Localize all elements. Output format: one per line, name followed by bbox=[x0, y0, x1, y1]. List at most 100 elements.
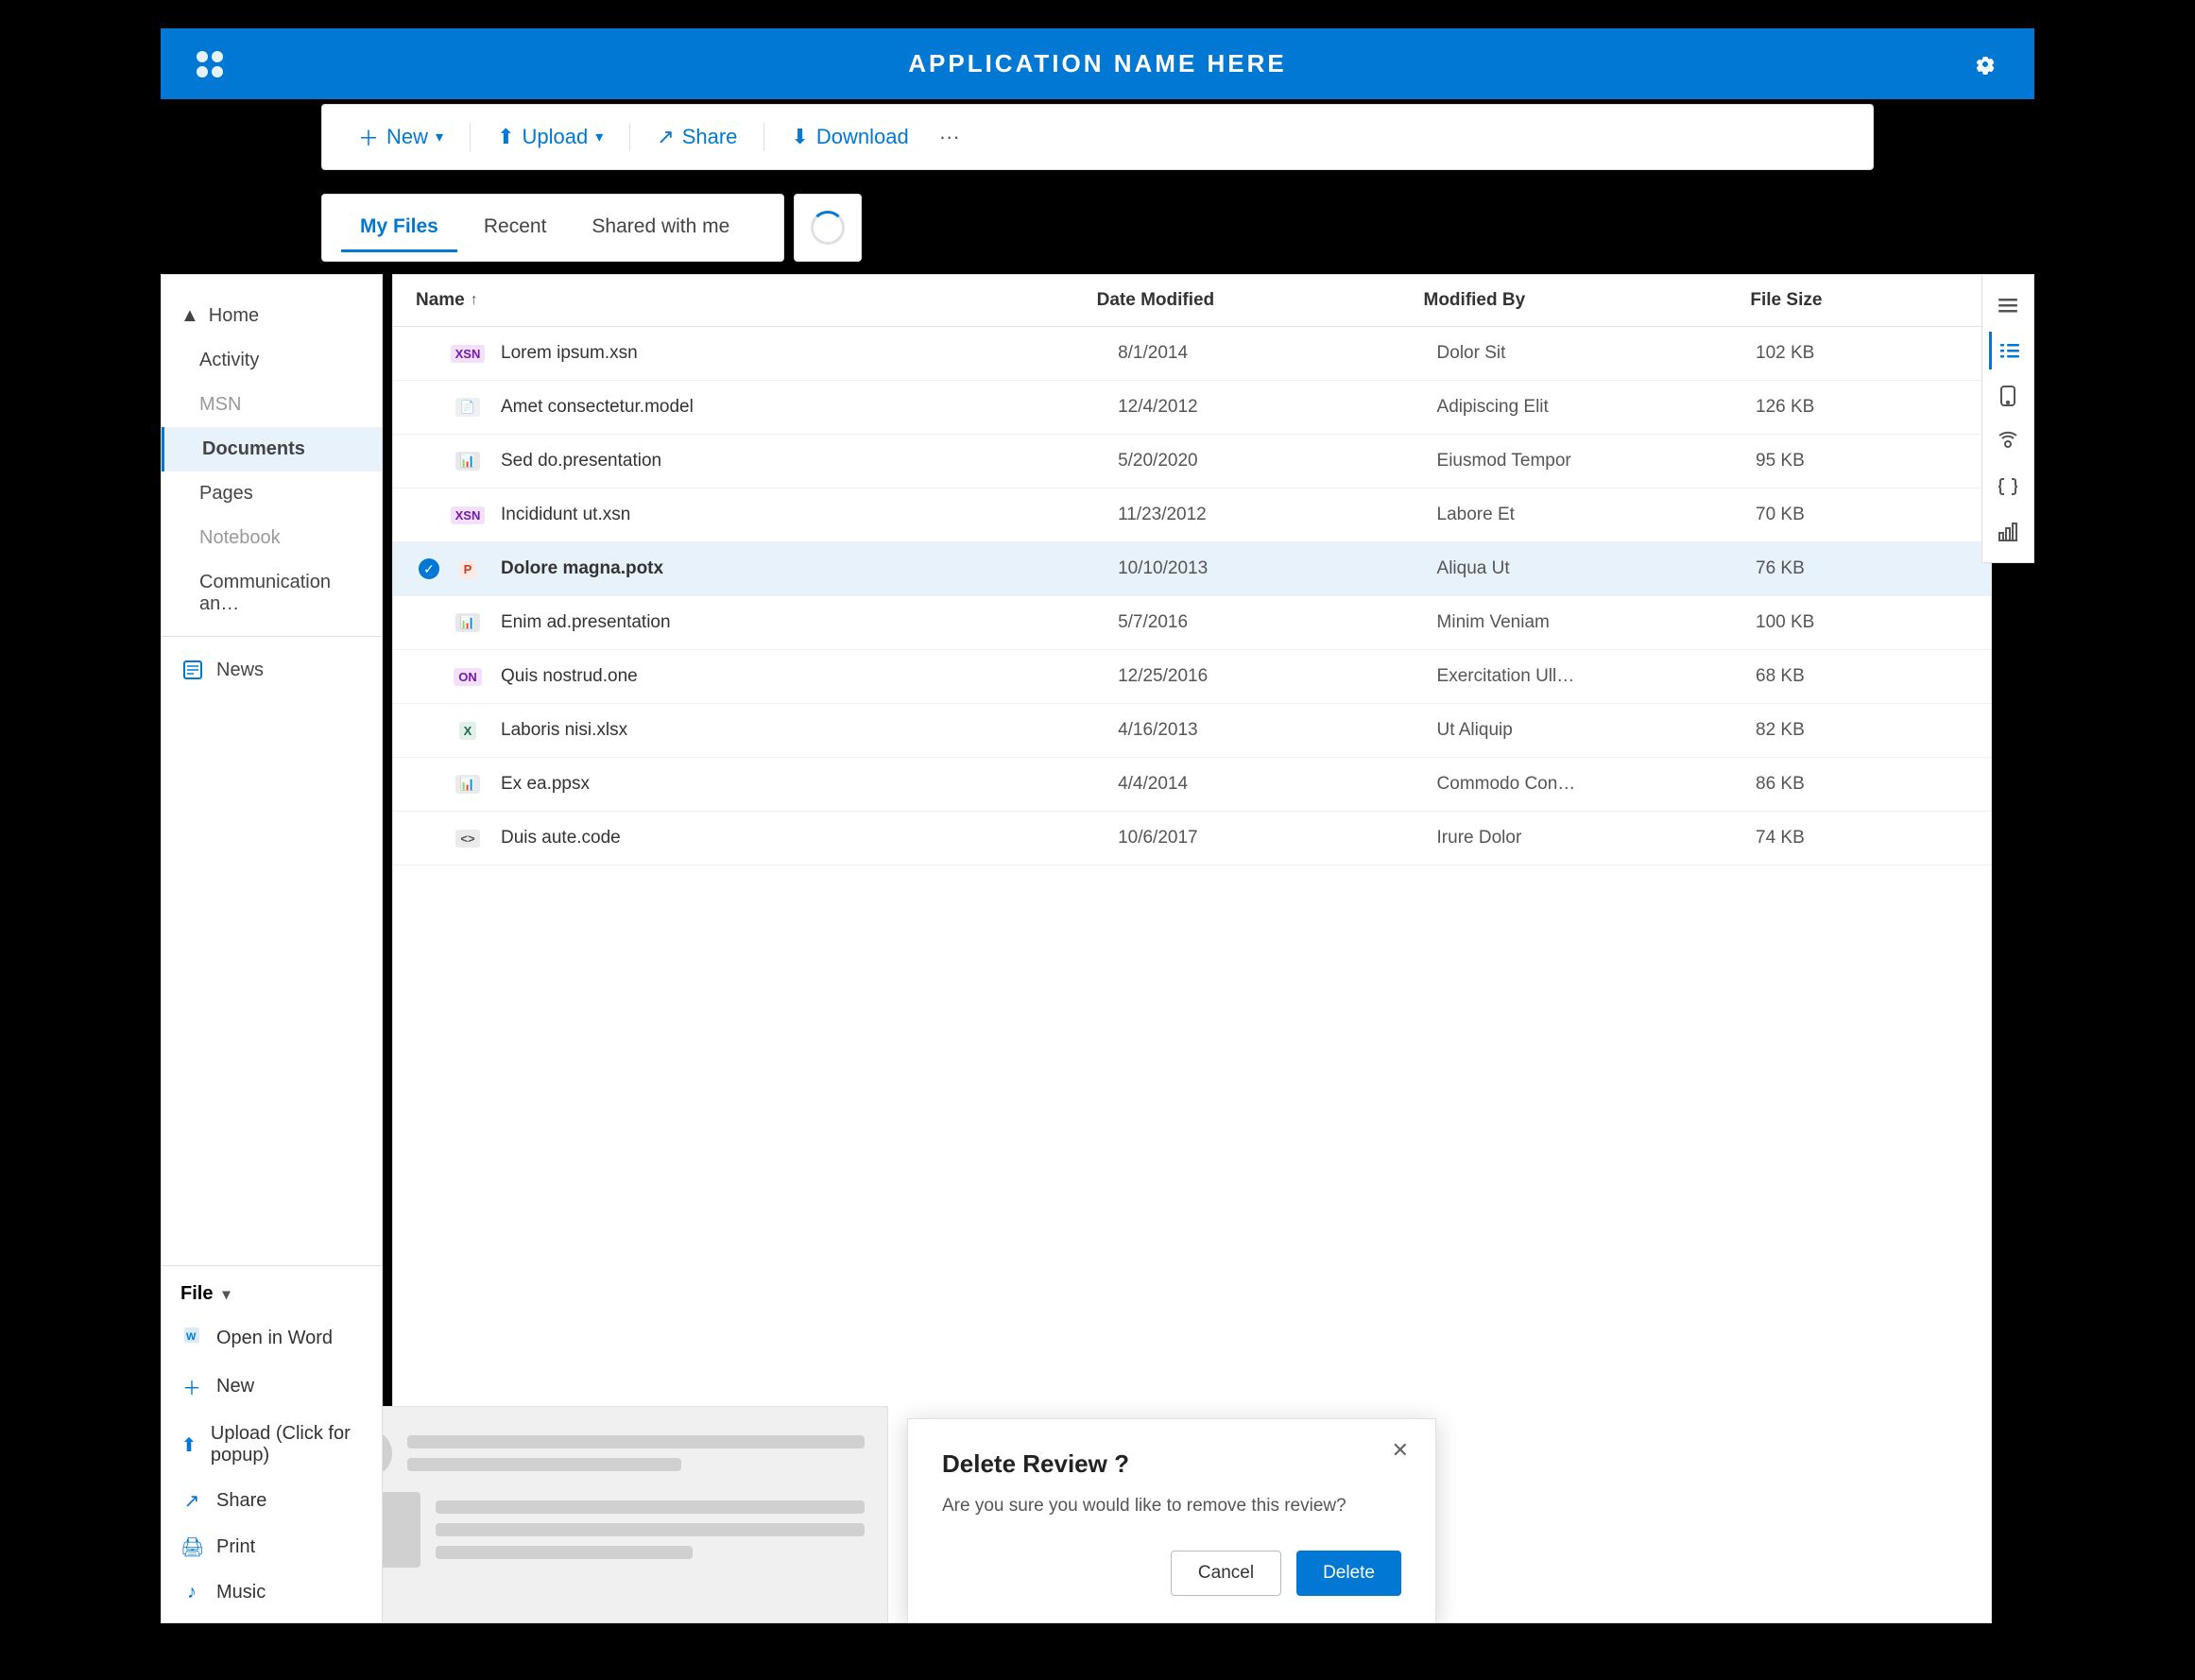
context-upload[interactable]: ⬆ Upload (Click for popup) bbox=[162, 1412, 382, 1478]
file-date: 4/16/2013 bbox=[1118, 720, 1436, 741]
view-list-button[interactable] bbox=[1989, 332, 2027, 369]
context-print[interactable]: 🖨 Print bbox=[162, 1524, 382, 1570]
open-word-label: Open in Word bbox=[216, 1328, 333, 1349]
file-name: Quis nostrud.one bbox=[501, 666, 1118, 687]
file-checkbox[interactable] bbox=[416, 717, 442, 744]
share-label: Share bbox=[682, 125, 738, 149]
share-button[interactable]: ↗ Share bbox=[643, 117, 750, 157]
cancel-button[interactable]: Cancel bbox=[1171, 1551, 1281, 1596]
file-date: 5/20/2020 bbox=[1118, 451, 1436, 471]
upload-label: Upload bbox=[523, 125, 589, 149]
new-chevron-icon: ▾ bbox=[436, 128, 443, 146]
context-menu: File ▾ W Open in Word ＋ New ⬆ Upload (Cl… bbox=[161, 1265, 383, 1623]
view-phone-button[interactable] bbox=[1989, 377, 2027, 415]
file-modified-by: Aliqua Ut bbox=[1437, 558, 1756, 579]
plus-icon: ＋ bbox=[358, 122, 379, 152]
context-music[interactable]: ♪ Music bbox=[162, 1570, 382, 1615]
preview-line-4 bbox=[436, 1523, 865, 1536]
file-type-icon: P bbox=[454, 555, 482, 583]
table-row[interactable]: 📄 Amet consectetur.model 12/4/2012 Adipi… bbox=[393, 381, 1991, 435]
table-row[interactable]: 📊 Sed do.presentation 5/20/2020 Eiusmod … bbox=[393, 435, 1991, 489]
file-checkbox[interactable] bbox=[416, 825, 442, 851]
tab-shared-with-me[interactable]: Shared with me bbox=[573, 204, 748, 252]
file-modified-by: Eiusmod Tempor bbox=[1437, 451, 1756, 471]
view-braces-button[interactable] bbox=[1989, 468, 2027, 506]
context-share[interactable]: ↗ Share bbox=[162, 1478, 382, 1524]
new-button[interactable]: ＋ New ▾ bbox=[345, 114, 456, 160]
print-label: Print bbox=[216, 1536, 255, 1558]
sidebar-item-documents[interactable]: Documents bbox=[162, 427, 382, 471]
file-modified-by: Dolor Sit bbox=[1437, 343, 1756, 364]
file-modified-by: Adipiscing Elit bbox=[1437, 397, 1756, 418]
svg-text:W: W bbox=[186, 1331, 197, 1343]
table-row[interactable]: ✓ P Dolore magna.potx 10/10/2013 Aliqua … bbox=[393, 542, 1991, 596]
file-rows: XSN Lorem ipsum.xsn 8/1/2014 Dolor Sit 1… bbox=[393, 327, 1991, 866]
separator-2 bbox=[629, 123, 630, 151]
file-date: 10/10/2013 bbox=[1118, 558, 1436, 579]
col-modified-label: Modified By bbox=[1424, 290, 1751, 311]
sidebar-item-msn[interactable]: MSN bbox=[162, 383, 382, 427]
file-checkbox[interactable] bbox=[416, 340, 442, 367]
context-header[interactable]: File ▾ bbox=[162, 1274, 382, 1314]
table-row[interactable]: XSN Lorem ipsum.xsn 8/1/2014 Dolor Sit 1… bbox=[393, 327, 1991, 381]
file-type-icon: 📊 bbox=[454, 447, 482, 475]
file-checkbox[interactable] bbox=[416, 609, 442, 636]
file-type-icon: <> bbox=[454, 824, 482, 852]
music-icon: ♪ bbox=[180, 1582, 203, 1603]
download-button[interactable]: ⬇ Download bbox=[778, 117, 921, 157]
spinner-icon bbox=[811, 211, 845, 245]
app-bar: APPLICATION NAME HERE bbox=[161, 28, 2034, 99]
file-checkbox[interactable] bbox=[416, 502, 442, 528]
table-row[interactable]: 📊 Enim ad.presentation 5/7/2016 Minim Ve… bbox=[393, 596, 1991, 650]
table-row[interactable]: <> Duis aute.code 10/6/2017 Irure Dolor … bbox=[393, 812, 1991, 866]
view-broadcast-button[interactable] bbox=[1989, 422, 2027, 460]
table-row[interactable]: ON Quis nostrud.one 12/25/2016 Exercitat… bbox=[393, 650, 1991, 704]
file-name-col: XSN Lorem ipsum.xsn bbox=[454, 339, 1118, 368]
file-size: 86 KB bbox=[1756, 774, 1968, 795]
file-checkbox[interactable] bbox=[416, 663, 442, 690]
sidebar-item-news[interactable]: News bbox=[162, 646, 382, 694]
upload-button[interactable]: ⬆ Upload ▾ bbox=[484, 117, 616, 157]
separator-1 bbox=[470, 123, 471, 151]
file-checkbox[interactable] bbox=[416, 448, 442, 474]
sidebar-home[interactable]: ▲ Home bbox=[180, 294, 363, 338]
sidebar-item-notebook[interactable]: Notebook bbox=[162, 516, 382, 560]
settings-icon[interactable] bbox=[1964, 43, 2006, 85]
news-label: News bbox=[216, 660, 264, 681]
file-modified-by: Irure Dolor bbox=[1437, 828, 1756, 849]
col-name-label: Name bbox=[416, 290, 465, 311]
file-type-icon: 📊 bbox=[454, 609, 482, 637]
sidebar-item-activity[interactable]: Activity bbox=[162, 338, 382, 383]
download-icon: ⬇ bbox=[791, 125, 808, 149]
file-date: 4/4/2014 bbox=[1118, 774, 1436, 795]
file-checkbox[interactable] bbox=[416, 771, 442, 797]
share-context-icon: ↗ bbox=[180, 1489, 203, 1513]
file-checkbox[interactable] bbox=[416, 394, 442, 420]
file-checkbox[interactable]: ✓ bbox=[416, 556, 442, 582]
table-row[interactable]: XSN Incididunt ut.xsn 11/23/2012 Labore … bbox=[393, 489, 1991, 542]
more-button[interactable]: ··· bbox=[930, 117, 969, 157]
sort-arrow-icon: ↑ bbox=[471, 292, 478, 309]
col-size-label: File Size bbox=[1750, 290, 1968, 311]
view-chart-button[interactable] bbox=[1989, 513, 2027, 551]
app-logo[interactable] bbox=[189, 43, 231, 85]
context-new[interactable]: ＋ New bbox=[162, 1362, 382, 1412]
file-size: 76 KB bbox=[1756, 558, 1968, 579]
dialog-close-button[interactable]: ✕ bbox=[1384, 1434, 1416, 1466]
loading-indicator bbox=[794, 194, 862, 262]
delete-button[interactable]: Delete bbox=[1296, 1551, 1401, 1596]
file-name-col: <> Duis aute.code bbox=[454, 824, 1118, 852]
file-list-header: Name ↑ Date Modified Modified By File Si… bbox=[393, 275, 1991, 327]
context-open-word[interactable]: W Open in Word bbox=[162, 1314, 382, 1362]
download-label: Download bbox=[816, 125, 909, 149]
file-name: Ex ea.ppsx bbox=[501, 774, 1118, 795]
sidebar-item-pages[interactable]: Pages bbox=[162, 471, 382, 516]
file-type-icon: XSN bbox=[454, 339, 482, 368]
tab-recent[interactable]: Recent bbox=[465, 204, 566, 252]
view-hamburger-button[interactable] bbox=[1989, 286, 2027, 324]
sidebar-item-communication[interactable]: Communication an… bbox=[162, 560, 382, 626]
tab-my-files[interactable]: My Files bbox=[341, 204, 457, 252]
table-row[interactable]: X Laboris nisi.xlsx 4/16/2013 Ut Aliquip… bbox=[393, 704, 1991, 758]
news-icon bbox=[180, 658, 205, 682]
table-row[interactable]: 📊 Ex ea.ppsx 4/4/2014 Commodo Con… 86 KB bbox=[393, 758, 1991, 812]
